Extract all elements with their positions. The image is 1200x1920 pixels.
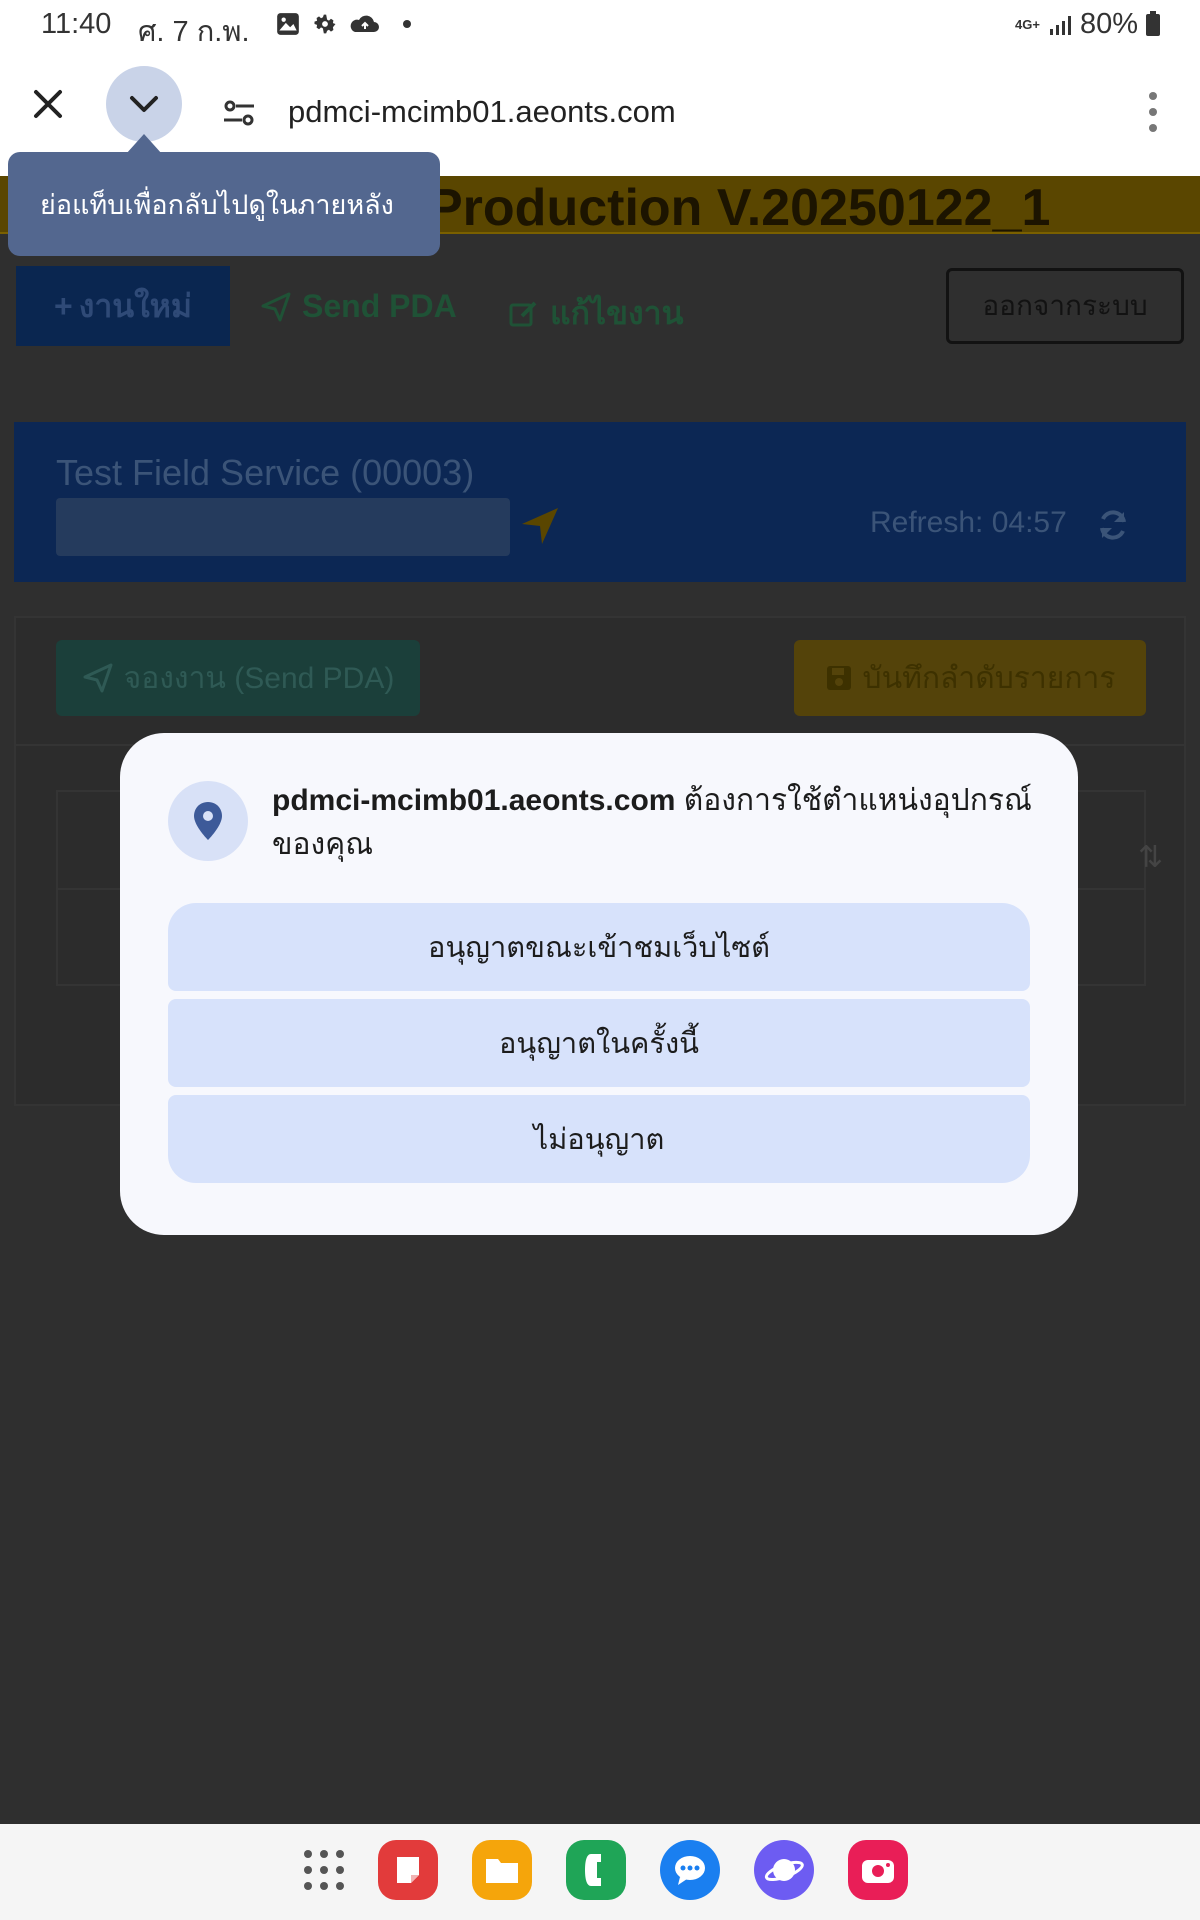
more-notifications-dot bbox=[403, 20, 411, 28]
minimize-tooltip: ย่อแท็บเพื่อกลับไปดูในภายหลัง bbox=[8, 152, 440, 256]
location-arrow-icon[interactable] bbox=[518, 504, 562, 548]
url-text[interactable]: pdmci-mcimb01.aeonts.com bbox=[288, 94, 676, 130]
allow-once-button[interactable]: อนุญาตในครั้งนี้ bbox=[168, 999, 1030, 1087]
refresh-timer: Refresh: 04:57 bbox=[870, 506, 1067, 539]
minimize-tab-button[interactable] bbox=[106, 66, 182, 142]
tune-icon bbox=[224, 100, 254, 126]
image-icon bbox=[277, 13, 299, 35]
cloud-sync-icon bbox=[350, 15, 379, 32]
send-pda-label: Send PDA bbox=[302, 288, 457, 324]
battery-percent: 80% bbox=[1079, 8, 1138, 40]
status-time: 11:40 bbox=[41, 8, 112, 40]
new-job-button[interactable]: + งานใหม่ bbox=[16, 266, 230, 346]
app-drawer-button[interactable] bbox=[296, 1840, 352, 1900]
refresh-icon[interactable] bbox=[1096, 508, 1130, 542]
my-files-app-icon[interactable] bbox=[472, 1840, 532, 1900]
battery-icon bbox=[1146, 10, 1160, 36]
status-notification-icons bbox=[275, 10, 411, 38]
dialog-domain: pdmci-mcimb01.aeonts.com bbox=[272, 784, 676, 817]
phone-app-icon[interactable] bbox=[566, 1840, 626, 1900]
gear-icon bbox=[314, 14, 336, 34]
banner-text: Production V.20250122_1 bbox=[428, 179, 1051, 237]
send-pda-link[interactable]: Send PDA bbox=[260, 288, 457, 325]
paper-plane-icon bbox=[261, 292, 291, 321]
edit-icon bbox=[509, 301, 537, 326]
allow-while-visiting-button[interactable]: อนุญาตขณะเข้าชมเว็บไซต์ bbox=[168, 903, 1030, 991]
chevron-down-icon bbox=[130, 96, 158, 112]
save-order-button[interactable]: บันทึกลำดับรายการ bbox=[794, 640, 1146, 716]
service-panel: Test Field Service (00003) Refresh: 04:5… bbox=[14, 422, 1186, 582]
plus-icon: + bbox=[54, 287, 73, 324]
app-dock bbox=[0, 1824, 1200, 1920]
edit-job-link[interactable]: แก้ไขงาน bbox=[508, 288, 683, 339]
reserve-label: จองงาน (Send PDA) bbox=[123, 661, 395, 695]
service-title: Test Field Service (00003) bbox=[56, 452, 475, 493]
deny-button[interactable]: ไม่อนุญาต bbox=[168, 1095, 1030, 1183]
edit-job-label: แก้ไขงาน bbox=[550, 295, 684, 331]
close-tab-button[interactable] bbox=[26, 82, 70, 126]
messages-app-icon[interactable] bbox=[660, 1840, 720, 1900]
save-order-label: บันทึกลำดับรายการ bbox=[862, 661, 1116, 695]
site-settings-button[interactable] bbox=[222, 98, 256, 128]
location-permission-dialog: pdmci-mcimb01.aeonts.com ต้องการใช้ตำแหน… bbox=[120, 733, 1078, 1235]
close-icon bbox=[34, 90, 62, 118]
more-options-button[interactable] bbox=[1138, 92, 1168, 132]
notes-app-icon[interactable] bbox=[378, 1840, 438, 1900]
logout-button[interactable]: ออกจากระบบ bbox=[946, 268, 1184, 344]
tooltip-arrow bbox=[126, 134, 162, 154]
location-pin-icon bbox=[168, 781, 248, 861]
network-type: 4G+ bbox=[1015, 17, 1040, 32]
status-system-icons: 4G+ 80% bbox=[1015, 8, 1160, 41]
service-search-input[interactable] bbox=[56, 498, 510, 556]
reserve-send-pda-button[interactable]: จองงาน (Send PDA) bbox=[56, 640, 420, 716]
dialog-message: pdmci-mcimb01.aeonts.com ต้องการใช้ตำแหน… bbox=[272, 779, 1042, 867]
sort-icon[interactable]: ⇅ bbox=[1138, 840, 1163, 875]
signal-icon bbox=[1049, 15, 1071, 35]
floppy-disk-icon bbox=[826, 666, 851, 690]
status-date: ศ. 7 ก.พ. bbox=[138, 16, 250, 48]
more-vert-icon bbox=[1149, 92, 1157, 100]
camera-app-icon[interactable] bbox=[848, 1840, 908, 1900]
paper-plane-icon bbox=[83, 663, 113, 693]
status-bar: 11:40 ศ. 7 ก.พ. 4G+ 80% bbox=[0, 0, 1200, 50]
new-job-label: งานใหม่ bbox=[78, 287, 192, 324]
internet-app-icon[interactable] bbox=[754, 1840, 814, 1900]
